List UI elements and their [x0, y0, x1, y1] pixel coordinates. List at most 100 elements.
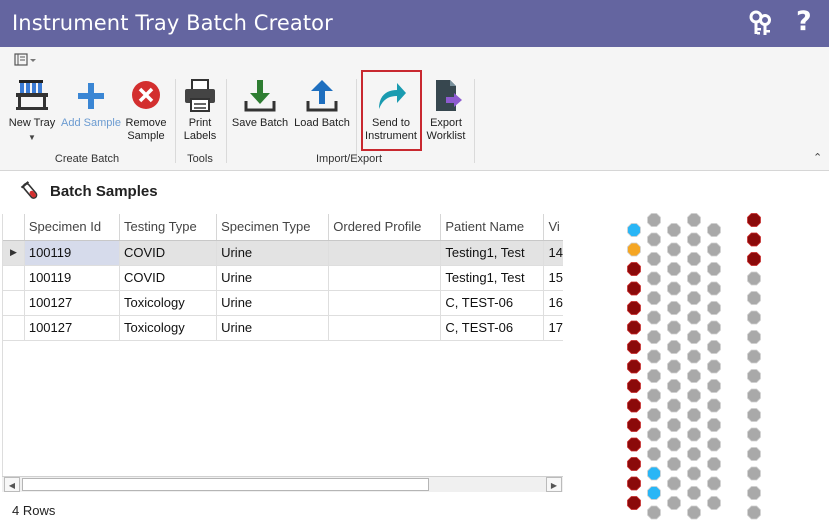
- column-header-vial[interactable]: Vi: [543, 214, 563, 241]
- tray-well-selected[interactable]: [647, 486, 661, 500]
- tray-well-empty[interactable]: [747, 447, 761, 461]
- tray-well-empty[interactable]: [647, 291, 661, 305]
- remove-sample-button[interactable]: Remove Sample: [122, 77, 170, 143]
- tray-well-empty[interactable]: [747, 291, 761, 305]
- tray-well-empty[interactable]: [707, 398, 721, 413]
- table-row[interactable]: 100119 COVID Urine Testing1, Test 15: [3, 265, 563, 291]
- tray-well-filled[interactable]: [627, 281, 641, 296]
- tray-well-empty[interactable]: [747, 505, 761, 520]
- cell-ordered-profile[interactable]: [328, 240, 442, 266]
- tray-well-empty[interactable]: [707, 457, 721, 471]
- tray-well-filled[interactable]: [747, 252, 761, 266]
- new-tray-button[interactable]: New Tray ▼: [6, 77, 58, 144]
- cell-specimen-type[interactable]: Urine: [216, 315, 330, 341]
- cell-ordered-profile[interactable]: [328, 265, 442, 291]
- tray-well-empty[interactable]: [647, 310, 661, 325]
- tray-well-empty[interactable]: [707, 359, 721, 374]
- tray-map[interactable]: [620, 210, 770, 530]
- cell-vial[interactable]: 16: [543, 290, 563, 316]
- tray-well-empty[interactable]: [687, 388, 701, 403]
- tray-well-empty[interactable]: [747, 388, 761, 403]
- tray-well-empty[interactable]: [647, 330, 661, 344]
- cell-vial[interactable]: 14: [543, 240, 563, 266]
- tray-well-filled[interactable]: [627, 496, 641, 510]
- tray-well-filled[interactable]: [627, 301, 641, 315]
- tray-well-empty[interactable]: [747, 466, 761, 481]
- tray-well-empty[interactable]: [647, 369, 661, 383]
- tray-well-empty[interactable]: [667, 398, 681, 413]
- tray-well-empty[interactable]: [747, 271, 761, 286]
- tray-well-filled[interactable]: [627, 457, 641, 471]
- load-batch-button[interactable]: Load Batch: [292, 77, 352, 130]
- cell-patient-name[interactable]: Testing1, Test: [440, 265, 545, 291]
- tray-well-empty[interactable]: [707, 379, 721, 393]
- cell-testing-type[interactable]: COVID: [119, 265, 218, 291]
- tray-well-empty[interactable]: [667, 301, 681, 315]
- add-sample-button[interactable]: Add Sample: [60, 77, 122, 130]
- tray-well-empty[interactable]: [687, 486, 701, 500]
- tray-well-filled[interactable]: [627, 320, 641, 335]
- quick-access-menu-icon[interactable]: [14, 53, 40, 67]
- cell-testing-type[interactable]: Toxicology: [119, 290, 218, 316]
- cell-specimen-id[interactable]: 100127: [24, 290, 121, 316]
- cell-ordered-profile[interactable]: [328, 290, 442, 316]
- export-worklist-button[interactable]: Export Worklist: [422, 77, 470, 143]
- tray-well-empty[interactable]: [747, 349, 761, 364]
- tray-well-selected[interactable]: [627, 223, 641, 237]
- tray-well-empty[interactable]: [707, 437, 721, 452]
- column-header-ordered-profile[interactable]: Ordered Profile: [328, 214, 442, 241]
- table-row[interactable]: 100127 Toxicology Urine C, TEST-06 16: [3, 290, 563, 316]
- tray-well-empty[interactable]: [747, 427, 761, 442]
- save-batch-button[interactable]: Save Batch: [230, 77, 290, 130]
- cell-vial[interactable]: 15: [543, 265, 563, 291]
- tray-well-empty[interactable]: [747, 486, 761, 500]
- tray-well-empty[interactable]: [647, 252, 661, 266]
- tray-well-empty[interactable]: [647, 505, 661, 520]
- tray-well-empty[interactable]: [707, 340, 721, 354]
- tray-well-empty[interactable]: [747, 408, 761, 422]
- tray-well-empty[interactable]: [707, 281, 721, 296]
- cell-patient-name[interactable]: C, TEST-06: [440, 290, 545, 316]
- tray-well-empty[interactable]: [687, 408, 701, 422]
- table-row[interactable]: 100127 Toxicology Urine C, TEST-06 17: [3, 315, 563, 341]
- cell-specimen-type[interactable]: Urine: [216, 265, 330, 291]
- tray-well-empty[interactable]: [687, 310, 701, 325]
- tray-well-empty[interactable]: [647, 213, 661, 227]
- tray-well-filled[interactable]: [627, 437, 641, 452]
- tray-well-empty[interactable]: [747, 310, 761, 325]
- tray-well-empty[interactable]: [687, 466, 701, 481]
- tray-well-empty[interactable]: [667, 379, 681, 393]
- tray-well-empty[interactable]: [707, 262, 721, 276]
- tray-well-empty[interactable]: [687, 505, 701, 520]
- tray-well-filled[interactable]: [627, 379, 641, 393]
- tray-well-empty[interactable]: [687, 252, 701, 266]
- tray-well-empty[interactable]: [687, 447, 701, 461]
- tray-well-empty[interactable]: [687, 349, 701, 364]
- tray-well-empty[interactable]: [647, 232, 661, 247]
- tray-well-selected[interactable]: [647, 466, 661, 481]
- cell-specimen-id[interactable]: 100119: [24, 265, 121, 291]
- tray-well-empty[interactable]: [667, 476, 681, 491]
- tray-well-pending[interactable]: [627, 242, 641, 257]
- tray-well-filled[interactable]: [747, 232, 761, 247]
- cell-vial[interactable]: 17: [543, 315, 563, 341]
- tray-well-empty[interactable]: [667, 457, 681, 471]
- tray-well-empty[interactable]: [667, 418, 681, 432]
- tray-well-empty[interactable]: [747, 369, 761, 383]
- table-row[interactable]: ▶ 100119 COVID Urine Testing1, Test 14: [3, 240, 563, 266]
- tray-well-empty[interactable]: [647, 408, 661, 422]
- keys-icon[interactable]: [746, 9, 774, 37]
- tray-well-empty[interactable]: [707, 418, 721, 432]
- tray-well-empty[interactable]: [707, 476, 721, 491]
- tray-well-empty[interactable]: [667, 223, 681, 237]
- cell-specimen-id[interactable]: 100119: [24, 240, 121, 266]
- tray-well-filled[interactable]: [627, 262, 641, 276]
- scrollbar-thumb[interactable]: [22, 478, 429, 491]
- tray-well-empty[interactable]: [667, 437, 681, 452]
- tray-well-filled[interactable]: [627, 359, 641, 374]
- tray-well-empty[interactable]: [687, 271, 701, 286]
- tray-well-filled[interactable]: [747, 213, 761, 227]
- cell-specimen-type[interactable]: Urine: [216, 290, 330, 316]
- column-header-specimen-id[interactable]: Specimen Id: [24, 214, 121, 241]
- tray-well-empty[interactable]: [647, 349, 661, 364]
